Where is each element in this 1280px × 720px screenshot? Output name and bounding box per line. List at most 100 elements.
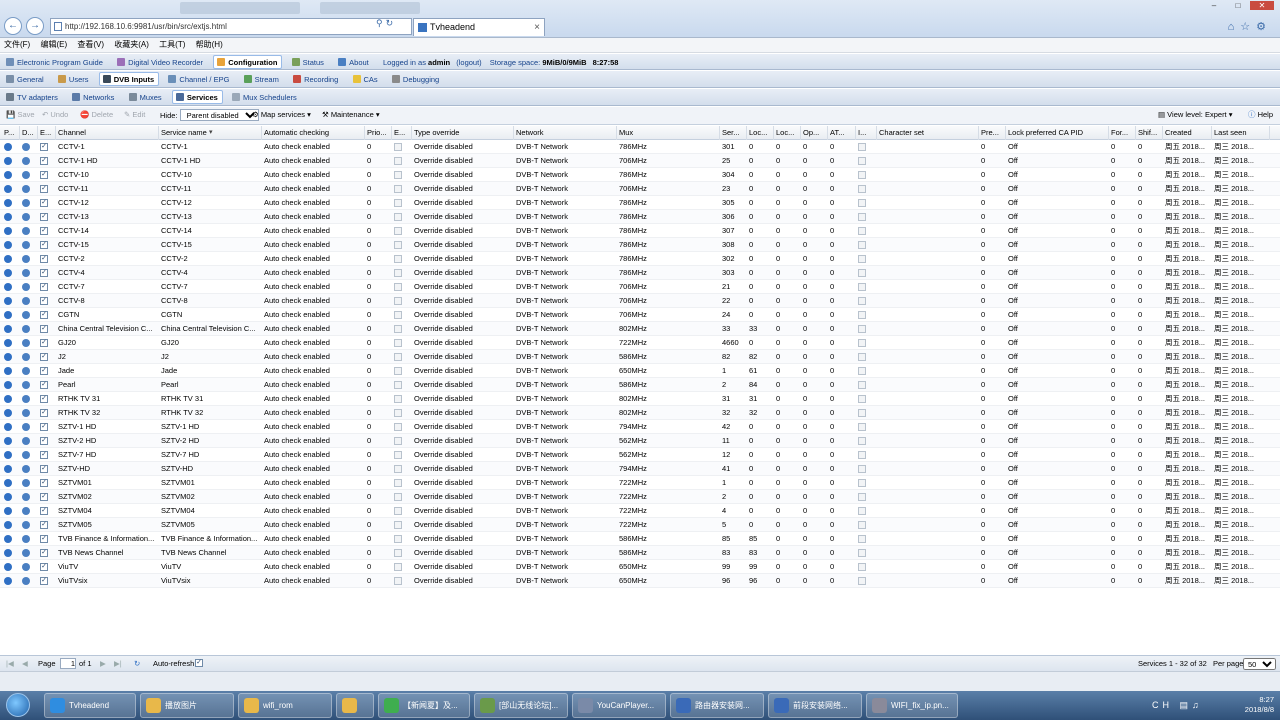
table-row[interactable]: ✓ TVB Finance & Information... TVB Finance…: [0, 532, 1280, 546]
tab-close-icon[interactable]: ×: [534, 19, 540, 36]
forward-button[interactable]: →: [26, 17, 44, 35]
enabled-checkbox[interactable]: ✓: [38, 560, 56, 574]
tab-channel-epg[interactable]: Channel / EPG: [164, 72, 234, 86]
col-local-channel-minor-header[interactable]: Loc...: [774, 126, 801, 140]
refresh-icon[interactable]: ↻: [386, 18, 397, 28]
address-bar[interactable]: http://192.168.10.6:9981/usr/bin/src/ext…: [50, 18, 412, 35]
view-level-button[interactable]: ▤ View level: Expert ▾: [1158, 109, 1233, 122]
tab-dvr[interactable]: Digital Video Recorder: [113, 55, 208, 69]
ignore-epg-checkbox[interactable]: [856, 518, 877, 532]
menu-file[interactable]: 文件(F): [0, 38, 34, 52]
encrypted-checkbox[interactable]: [392, 476, 412, 490]
details-info-icon[interactable]: [20, 196, 38, 210]
table-row[interactable]: ✓ CCTV-8 CCTV-8 Auto check enabled 0 Override…: [0, 294, 1280, 308]
enabled-checkbox[interactable]: ✓: [38, 280, 56, 294]
details-info-icon[interactable]: [20, 532, 38, 546]
ignore-epg-checkbox[interactable]: [856, 392, 877, 406]
enabled-checkbox[interactable]: ✓: [38, 154, 56, 168]
play-icon[interactable]: [2, 196, 20, 210]
maximize-button[interactable]: □: [1226, 1, 1250, 10]
undo-button[interactable]: ↶ Undo: [42, 109, 68, 122]
details-info-icon[interactable]: [20, 406, 38, 420]
taskbar-item[interactable]: 路由器安装网...: [670, 693, 764, 718]
play-icon[interactable]: [2, 266, 20, 280]
enabled-checkbox[interactable]: ✓: [38, 490, 56, 504]
col-details-header[interactable]: D...: [20, 126, 38, 140]
details-info-icon[interactable]: [20, 266, 38, 280]
enabled-checkbox[interactable]: ✓: [38, 574, 56, 588]
tab-services[interactable]: Services: [171, 90, 223, 104]
table-row[interactable]: ✓ CGTN CGTN Auto check enabled 0 Override dis…: [0, 308, 1280, 322]
play-icon[interactable]: [2, 364, 20, 378]
table-row[interactable]: ✓ ViuTV ViuTV Auto check enabled 0 Override d…: [0, 560, 1280, 574]
menu-help[interactable]: 帮助(H): [192, 38, 227, 52]
col-force-caid-header[interactable]: For...: [1109, 126, 1136, 140]
details-info-icon[interactable]: [20, 434, 38, 448]
ignore-epg-checkbox[interactable]: [856, 350, 877, 364]
ignore-epg-checkbox[interactable]: [856, 154, 877, 168]
encrypted-checkbox[interactable]: [392, 308, 412, 322]
encrypted-checkbox[interactable]: [392, 168, 412, 182]
table-row[interactable]: ✓ GJ20 GJ20 Auto check enabled 0 Override dis…: [0, 336, 1280, 350]
details-info-icon[interactable]: [20, 490, 38, 504]
col-time-shift-header[interactable]: Shif...: [1136, 126, 1163, 140]
col-ignore-epg-header[interactable]: I...: [856, 126, 877, 140]
tab-status[interactable]: Status: [288, 55, 329, 69]
details-info-icon[interactable]: [20, 336, 38, 350]
play-icon[interactable]: [2, 294, 20, 308]
encrypted-checkbox[interactable]: [392, 490, 412, 504]
details-info-icon[interactable]: [20, 140, 38, 154]
table-row[interactable]: ✓ TVB News Channel TVB News Channel Auto ch…: [0, 546, 1280, 560]
home-icon[interactable]: ⌂: [1228, 21, 1241, 33]
ignore-epg-checkbox[interactable]: [856, 364, 877, 378]
ignore-epg-checkbox[interactable]: [856, 574, 877, 588]
table-row[interactable]: ✓ CCTV-1 CCTV-1 Auto check enabled 0 Override…: [0, 140, 1280, 154]
clock[interactable]: 8:27 2018/8/8: [1245, 695, 1274, 715]
enabled-checkbox[interactable]: ✓: [38, 406, 56, 420]
col-created-header[interactable]: Created: [1163, 126, 1212, 140]
menu-favorites[interactable]: 收藏夹(A): [110, 38, 153, 52]
table-row[interactable]: ✓ J2 J2 Auto check enabled 0 Override disable…: [0, 350, 1280, 364]
last-page-button[interactable]: ▶|: [114, 658, 122, 670]
ignore-epg-checkbox[interactable]: [856, 266, 877, 280]
details-info-icon[interactable]: [20, 210, 38, 224]
taskbar-item[interactable]: YouCanPlayer...: [572, 693, 666, 718]
table-row[interactable]: ✓ SZTVM04 SZTVM04 Auto check enabled 0 Overri…: [0, 504, 1280, 518]
details-info-icon[interactable]: [20, 476, 38, 490]
table-row[interactable]: ✓ CCTV-7 CCTV-7 Auto check enabled 0 Override…: [0, 280, 1280, 294]
enabled-checkbox[interactable]: ✓: [38, 448, 56, 462]
per-page-select[interactable]: 50: [1243, 658, 1276, 670]
play-icon[interactable]: [2, 406, 20, 420]
details-info-icon[interactable]: [20, 504, 38, 518]
ignore-epg-checkbox[interactable]: [856, 210, 877, 224]
play-icon[interactable]: [2, 252, 20, 266]
play-icon[interactable]: [2, 308, 20, 322]
col-lock-pref-ca-header[interactable]: Lock preferred CA PID: [1006, 126, 1109, 140]
ignore-epg-checkbox[interactable]: [856, 532, 877, 546]
encrypted-checkbox[interactable]: [392, 266, 412, 280]
encrypted-checkbox[interactable]: [392, 280, 412, 294]
enabled-checkbox[interactable]: ✓: [38, 476, 56, 490]
play-icon[interactable]: [2, 560, 20, 574]
play-icon[interactable]: [2, 462, 20, 476]
encrypted-checkbox[interactable]: [392, 434, 412, 448]
edit-button[interactable]: ✎ Edit: [124, 109, 145, 122]
details-info-icon[interactable]: [20, 322, 38, 336]
encrypted-checkbox[interactable]: [392, 406, 412, 420]
details-info-icon[interactable]: [20, 294, 38, 308]
ignore-epg-checkbox[interactable]: [856, 140, 877, 154]
first-page-button[interactable]: |◀: [6, 658, 14, 670]
details-info-icon[interactable]: [20, 238, 38, 252]
help-button[interactable]: ⓘ Help: [1248, 109, 1273, 122]
play-icon[interactable]: [2, 476, 20, 490]
play-icon[interactable]: [2, 140, 20, 154]
enabled-checkbox[interactable]: ✓: [38, 210, 56, 224]
ignore-epg-checkbox[interactable]: [856, 308, 877, 322]
enabled-checkbox[interactable]: ✓: [38, 140, 56, 154]
encrypted-checkbox[interactable]: [392, 518, 412, 532]
hide-select[interactable]: Parent disabled: [179, 109, 259, 121]
encrypted-checkbox[interactable]: [392, 560, 412, 574]
page-input[interactable]: [60, 658, 76, 669]
encrypted-checkbox[interactable]: [392, 532, 412, 546]
col-priority-header[interactable]: Prio...: [365, 126, 392, 140]
